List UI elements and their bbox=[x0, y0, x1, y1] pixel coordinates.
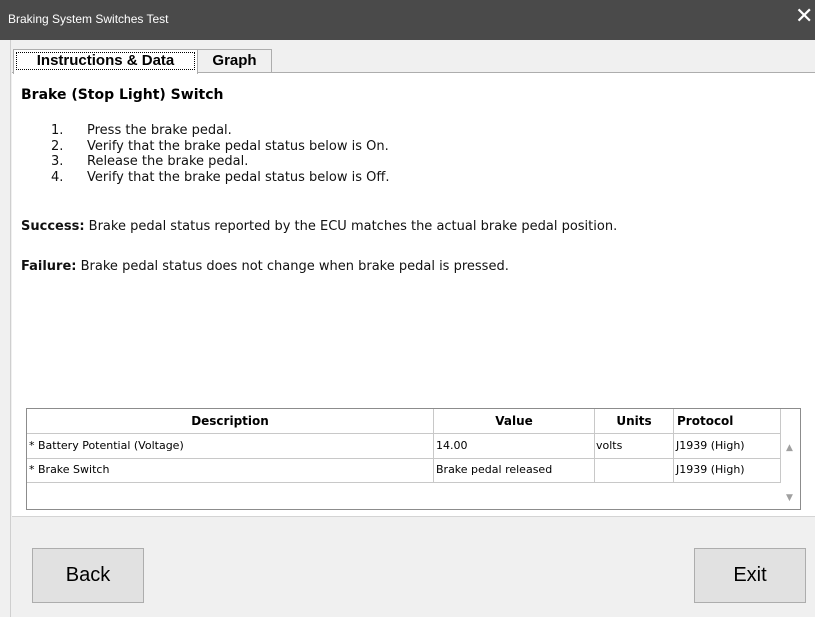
cell-value: Brake pedal released bbox=[436, 463, 553, 476]
instruction-steps: 1. Press the brake pedal. 2. Verify that t… bbox=[51, 123, 389, 185]
cell-protocol: J1939 (High) bbox=[676, 463, 745, 476]
step-item: 3. Release the brake pedal. bbox=[51, 154, 249, 169]
row-divider bbox=[27, 482, 781, 483]
column-divider bbox=[673, 409, 674, 483]
step-item: 1. Press the brake pedal. bbox=[51, 123, 232, 138]
step-item: 4. Verify that the brake pedal status bel… bbox=[51, 169, 390, 185]
cell-protocol: J1939 (High) bbox=[676, 439, 745, 452]
table-scrollbar[interactable]: ▲ ▼ bbox=[782, 433, 800, 509]
scroll-down-icon[interactable]: ▼ bbox=[786, 493, 793, 503]
instructions-heading: Brake (Stop Light) Switch bbox=[21, 87, 224, 103]
window-title: Braking System Switches Test bbox=[8, 12, 169, 26]
cell-description: * Brake Switch bbox=[29, 463, 110, 476]
failure-criteria: Failure: Brake pedal status does not cha… bbox=[21, 259, 509, 274]
success-label: Success: bbox=[21, 219, 85, 234]
cell-value: 14.00 bbox=[436, 439, 468, 452]
failure-text: Brake pedal status does not change when … bbox=[80, 259, 509, 274]
tab-instructions-data[interactable]: Instructions & Data bbox=[13, 49, 198, 74]
cell-units bbox=[596, 459, 672, 481]
data-table[interactable]: Description Value Units Protocol * Batte… bbox=[26, 408, 801, 510]
tab-instructions-data-label: Instructions & Data bbox=[15, 51, 196, 71]
cell-description: * Battery Potential (Voltage) bbox=[29, 439, 184, 452]
success-criteria: Success: Brake pedal status reported by … bbox=[21, 219, 617, 234]
title-bar: Braking System Switches Test ✕ bbox=[0, 0, 815, 40]
close-icon[interactable]: ✕ bbox=[795, 6, 813, 30]
back-button[interactable]: Back bbox=[32, 548, 144, 603]
column-divider bbox=[780, 409, 781, 483]
exit-button[interactable]: Exit bbox=[694, 548, 806, 603]
tab-graph-label: Graph bbox=[212, 52, 257, 69]
window-left-edge bbox=[0, 40, 11, 617]
row-divider bbox=[27, 433, 781, 434]
tab-graph[interactable]: Graph bbox=[197, 49, 272, 72]
cell-units: volts bbox=[596, 439, 623, 452]
column-header-description[interactable]: Description bbox=[27, 409, 433, 433]
column-header-protocol[interactable]: Protocol bbox=[677, 409, 777, 433]
success-text: Brake pedal status reported by the ECU m… bbox=[88, 219, 618, 234]
column-header-units[interactable]: Units bbox=[595, 409, 673, 433]
footer-divider bbox=[12, 516, 815, 517]
failure-label: Failure: bbox=[21, 259, 77, 274]
step-item: 2. Verify that the brake pedal status bel… bbox=[51, 138, 389, 154]
column-header-value[interactable]: Value bbox=[434, 409, 594, 433]
column-divider bbox=[594, 409, 595, 483]
column-divider bbox=[433, 409, 434, 483]
scroll-up-icon[interactable]: ▲ bbox=[786, 443, 793, 453]
